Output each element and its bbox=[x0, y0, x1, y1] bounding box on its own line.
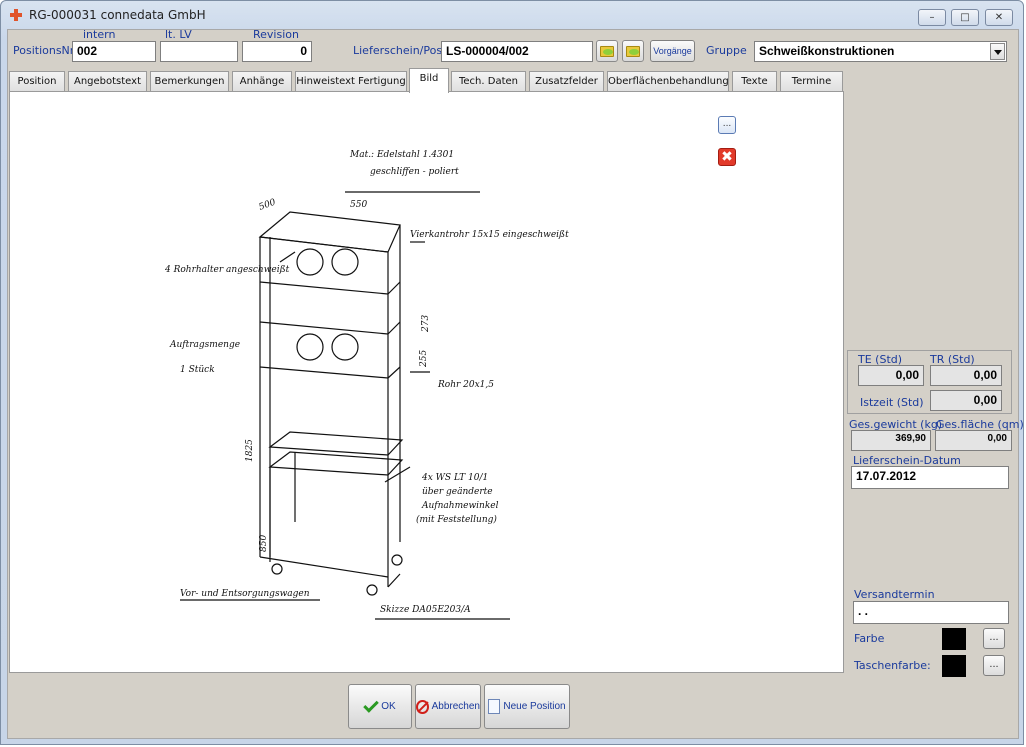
positionsnr-label: PositionsNr bbox=[13, 44, 75, 57]
image-panel: ... ✖ Mat.: Edelstahl 1.4301 geschliffen… bbox=[9, 91, 844, 673]
lieferschein-label: Lieferschein/Pos. bbox=[353, 44, 446, 57]
checkmark-icon bbox=[363, 696, 380, 713]
gruppe-label: Gruppe bbox=[706, 44, 747, 57]
form-area: intern lt. LV Revision PositionsNr 002 0… bbox=[7, 28, 1024, 739]
drawing-quantity-value: 1 Stück bbox=[180, 365, 215, 375]
cancel-label: Abbrechen bbox=[431, 701, 480, 712]
positionsnr-field[interactable]: 002 bbox=[72, 41, 156, 62]
open-folder-button[interactable] bbox=[596, 40, 618, 62]
new-position-label: Neue Position bbox=[503, 701, 566, 712]
te-field[interactable]: 0,00 bbox=[858, 365, 924, 386]
cancel-button[interactable]: Abbrechen bbox=[415, 684, 481, 729]
drawing-wheel-note-3: Aufnahmewinkel bbox=[421, 501, 499, 511]
drawing-wheel-note-4: (mit Feststellung) bbox=[416, 514, 497, 525]
drawing-quantity-note: Auftragsmenge bbox=[169, 340, 240, 350]
drawing-height-upper: 273 bbox=[421, 315, 431, 333]
gruppe-value: Schweißkonstruktionen bbox=[759, 44, 895, 58]
chevron-down-icon[interactable] bbox=[990, 43, 1005, 60]
farbe-picker-button[interactable]: ... bbox=[983, 628, 1005, 649]
technical-drawing: Mat.: Edelstahl 1.4301 geschliffen - pol… bbox=[164, 150, 569, 620]
tab-texte[interactable]: Texte bbox=[732, 71, 777, 92]
lieferschein-field[interactable]: LS-000004/002 bbox=[441, 41, 593, 62]
ls-datum-field[interactable]: 17.07.2012 bbox=[851, 466, 1009, 489]
flaeche-field[interactable]: 0,00 bbox=[935, 430, 1012, 451]
versand-field[interactable]: . . bbox=[853, 601, 1009, 624]
drawing-lower-height: 850 bbox=[259, 535, 269, 552]
delete-image-button[interactable]: ✖ bbox=[718, 148, 736, 166]
drawing-material: Mat.: Edelstahl 1.4301 bbox=[349, 150, 454, 160]
maximize-button[interactable]: □ bbox=[951, 9, 979, 26]
tab-tech-daten[interactable]: Tech. Daten bbox=[451, 71, 526, 92]
drawing-depth-dim: 500 bbox=[258, 197, 278, 212]
farbe-swatch bbox=[942, 628, 966, 650]
folder-icon bbox=[626, 46, 640, 57]
app-logo-icon bbox=[10, 9, 22, 21]
ok-label: OK bbox=[381, 701, 396, 712]
delete-icon: ✖ bbox=[721, 149, 733, 165]
taschenfarbe-swatch bbox=[942, 655, 966, 677]
tab-termine[interactable]: Termine bbox=[780, 71, 843, 92]
browse-image-button[interactable]: ... bbox=[718, 116, 736, 134]
new-position-button[interactable]: Neue Position bbox=[484, 684, 570, 729]
istzeit-label: Istzeit (Std) bbox=[860, 396, 924, 409]
lt-lv-field[interactable] bbox=[160, 41, 238, 62]
taschenfarbe-picker-button[interactable]: ... bbox=[983, 655, 1005, 676]
istzeit-field[interactable]: 0,00 bbox=[930, 390, 1002, 411]
gewicht-field[interactable]: 369,90 bbox=[851, 430, 931, 451]
folder-icon bbox=[600, 46, 614, 57]
taschenfarbe-label: Taschenfarbe: bbox=[854, 659, 931, 672]
gruppe-select[interactable]: Schweißkonstruktionen bbox=[754, 41, 1007, 62]
revision-field[interactable]: 0 bbox=[242, 41, 312, 62]
revision-label: Revision bbox=[253, 28, 299, 41]
drawing-number: Skizze DA05E203/A bbox=[380, 605, 471, 615]
tr-field[interactable]: 0,00 bbox=[930, 365, 1002, 386]
tab-bemerkungen[interactable]: Bemerkungen bbox=[150, 71, 229, 92]
drawing-height-mid: 255 bbox=[419, 350, 429, 368]
drawing-rod-note: 4 Rohrhalter angeschweißt bbox=[164, 265, 290, 275]
vorgaenge-button[interactable]: Vorgänge bbox=[650, 40, 695, 62]
tab-anhaenge[interactable]: Anhänge bbox=[232, 71, 292, 92]
new-document-icon bbox=[488, 699, 501, 714]
drawing-tube-note: Vierkantrohr 15x15 eingeschweißt bbox=[410, 230, 569, 240]
tab-angebotstext[interactable]: Angebotstext bbox=[68, 71, 147, 92]
drawing-title-block: Vor- und Entsorgungswagen bbox=[180, 589, 310, 599]
drawing-finish: geschliffen - poliert bbox=[370, 167, 459, 177]
drawing-wheel-note-2: über geänderte bbox=[422, 487, 493, 497]
close-window-button[interactable]: ✕ bbox=[985, 9, 1013, 26]
app-window: RG-000031 connedata GmbH – □ ✕ intern lt… bbox=[0, 0, 1024, 745]
tab-hinweistext-fertigung[interactable]: Hinweistext Fertigung bbox=[295, 71, 407, 92]
drawing-width-dim: 550 bbox=[350, 200, 367, 210]
open-folder-alt-button[interactable] bbox=[622, 40, 644, 62]
ok-button[interactable]: OK bbox=[348, 684, 412, 729]
tab-bild[interactable]: Bild bbox=[409, 68, 449, 93]
versand-label: Versandtermin bbox=[854, 588, 935, 601]
tab-oberflaechenbehandlung[interactable]: Oberflächenbehandlung bbox=[607, 71, 729, 92]
minimize-button[interactable]: – bbox=[918, 9, 946, 26]
cancel-icon bbox=[416, 699, 429, 714]
window-title: RG-000031 connedata GmbH bbox=[29, 8, 206, 22]
drawing-total-height: 1825 bbox=[245, 439, 255, 462]
drawing-tube-spec: Rohr 20x1,5 bbox=[437, 380, 494, 390]
title-bar: RG-000031 connedata GmbH – □ ✕ bbox=[1, 1, 1023, 29]
drawing-wheel-note-1: 4x WS LT 10/1 bbox=[421, 473, 488, 483]
tab-position[interactable]: Position bbox=[9, 71, 65, 92]
intern-label: intern bbox=[83, 28, 116, 41]
farbe-label: Farbe bbox=[854, 632, 885, 645]
tab-zusatzfelder[interactable]: Zusatzfelder bbox=[529, 71, 604, 92]
lt-lv-label: lt. LV bbox=[165, 28, 192, 41]
